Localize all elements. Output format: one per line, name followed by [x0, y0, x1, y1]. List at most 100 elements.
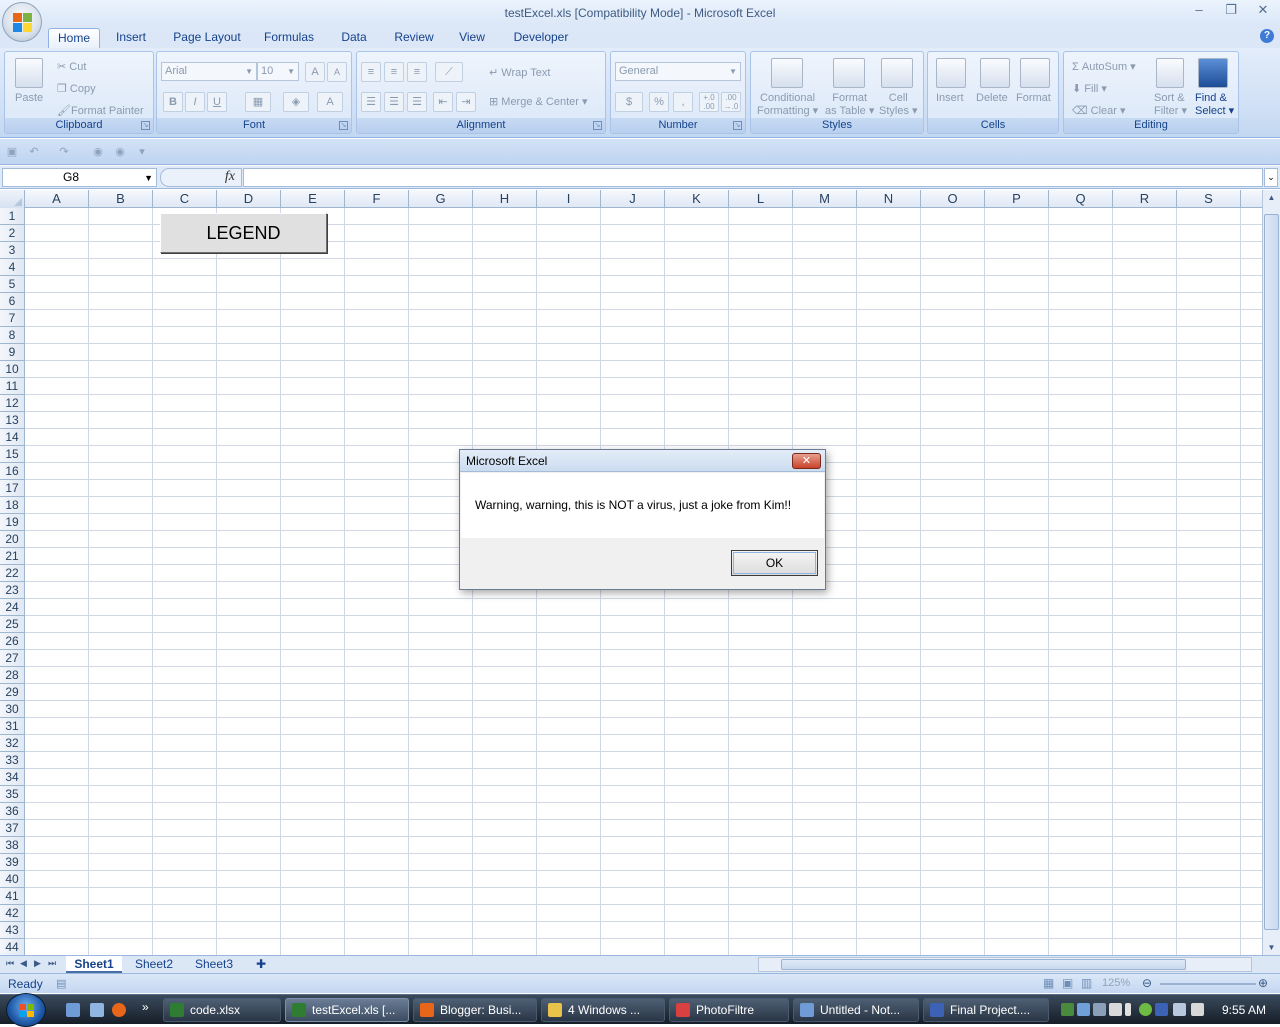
start-button[interactable]	[6, 993, 46, 1027]
select-all-corner[interactable]	[0, 190, 25, 208]
row-header-33[interactable]: 33	[0, 752, 25, 769]
font-color-icon[interactable]: A	[317, 92, 343, 112]
font-size-select[interactable]: 10 ▼	[257, 62, 299, 81]
row-header-26[interactable]: 26	[0, 633, 25, 650]
undo-icon[interactable]: ↶	[28, 146, 40, 158]
tray-network2-icon[interactable]	[1173, 1003, 1186, 1016]
save-icon[interactable]: ▣	[6, 146, 18, 158]
row-header-11[interactable]: 11	[0, 378, 25, 395]
row-header-21[interactable]: 21	[0, 548, 25, 565]
sheet-tab-sheet3[interactable]: Sheet3	[186, 956, 242, 973]
align-left-icon[interactable]: ☰	[361, 92, 381, 112]
help-icon[interactable]: ?	[1260, 29, 1274, 43]
row-header-39[interactable]: 39	[0, 854, 25, 871]
record2-icon[interactable]: ◉	[114, 146, 126, 158]
column-header-o[interactable]: O	[921, 190, 985, 208]
row-header-38[interactable]: 38	[0, 837, 25, 854]
row-header-37[interactable]: 37	[0, 820, 25, 837]
row-header-8[interactable]: 8	[0, 327, 25, 344]
align-middle-icon[interactable]: ≡	[384, 62, 404, 82]
vertical-scroll-thumb[interactable]	[1264, 214, 1279, 930]
wrap-text-button[interactable]: ↵ Wrap Text	[489, 66, 550, 79]
volume-icon[interactable]	[1191, 1003, 1204, 1016]
row-header-27[interactable]: 27	[0, 650, 25, 667]
switch-windows-icon[interactable]	[90, 1003, 104, 1017]
column-header-d[interactable]: D	[217, 190, 281, 208]
column-header-s[interactable]: S	[1177, 190, 1241, 208]
row-header-16[interactable]: 16	[0, 463, 25, 480]
tray-monitor-icon[interactable]	[1109, 1003, 1122, 1016]
clipboard-launcher-icon[interactable]: ↘	[141, 121, 150, 130]
close-button[interactable]: ✕	[1252, 2, 1274, 18]
column-header-r[interactable]: R	[1113, 190, 1177, 208]
sheet-tab-sheet1[interactable]: Sheet1	[66, 956, 122, 973]
row-header-20[interactable]: 20	[0, 531, 25, 548]
customize-qat-icon[interactable]: ▾	[136, 146, 148, 158]
comma-button[interactable]: ,	[673, 92, 693, 112]
column-header-i[interactable]: I	[537, 190, 601, 208]
row-header-31[interactable]: 31	[0, 718, 25, 735]
zoom-slider[interactable]	[1160, 983, 1256, 985]
macro-record-icon[interactable]: ▤	[56, 977, 66, 990]
row-header-13[interactable]: 13	[0, 412, 25, 429]
page-layout-view-icon[interactable]: ▣	[1062, 976, 1073, 990]
tab-developer[interactable]: Developer	[506, 28, 576, 48]
copy-button[interactable]: ❐ Copy	[57, 82, 96, 95]
row-header-24[interactable]: 24	[0, 599, 25, 616]
scroll-down-icon[interactable]: ▼	[1265, 943, 1278, 952]
alignment-launcher-icon[interactable]: ↘	[593, 121, 602, 130]
name-box[interactable]: G8 ▼	[2, 168, 157, 187]
row-header-9[interactable]: 9	[0, 344, 25, 361]
row-header-36[interactable]: 36	[0, 803, 25, 820]
tray-security-icon[interactable]	[1139, 1003, 1152, 1016]
paste-button[interactable]: Paste	[15, 92, 43, 104]
firefox-icon[interactable]	[112, 1003, 126, 1017]
column-header-b[interactable]: B	[89, 190, 153, 208]
font-name-select[interactable]: Arial ▼	[161, 62, 257, 81]
borders-icon[interactable]: ▦	[245, 92, 271, 112]
tab-data[interactable]: Data	[332, 28, 376, 48]
normal-view-icon[interactable]: ▦	[1043, 976, 1054, 990]
more-quicklaunch-icon[interactable]: »	[142, 1000, 149, 1014]
first-sheet-icon[interactable]: ⏮	[6, 958, 14, 969]
tray-signal-icon[interactable]	[1125, 1003, 1131, 1016]
column-header-j[interactable]: J	[601, 190, 665, 208]
taskbar-item[interactable]: 4 Windows ...	[541, 998, 665, 1022]
tray-network-icon[interactable]	[1077, 1003, 1090, 1016]
row-header-3[interactable]: 3	[0, 242, 25, 259]
row-header-44[interactable]: 44	[0, 939, 25, 955]
tray-update-icon[interactable]	[1155, 1003, 1168, 1016]
decrease-indent-icon[interactable]: ⇤	[433, 92, 453, 112]
format-cells-button[interactable]: Format	[1016, 92, 1051, 104]
clear-button[interactable]: ⌫ Clear ▾	[1072, 104, 1126, 117]
row-header-35[interactable]: 35	[0, 786, 25, 803]
row-header-15[interactable]: 15	[0, 446, 25, 463]
row-header-6[interactable]: 6	[0, 293, 25, 310]
column-header-l[interactable]: L	[729, 190, 793, 208]
minimize-button[interactable]: –	[1188, 2, 1210, 18]
redo-icon[interactable]: ↷	[58, 146, 70, 158]
taskbar-item[interactable]: testExcel.xls [...	[285, 998, 409, 1022]
taskbar-item[interactable]: Blogger: Busi...	[413, 998, 537, 1022]
show-desktop-icon[interactable]	[66, 1003, 80, 1017]
percent-button[interactable]: %	[649, 92, 669, 112]
tab-view[interactable]: View	[450, 28, 494, 48]
fill-button[interactable]: ⬇ Fill ▾	[1072, 82, 1107, 95]
column-header-p[interactable]: P	[985, 190, 1049, 208]
taskbar-item[interactable]: code.xlsx	[163, 998, 281, 1022]
row-header-30[interactable]: 30	[0, 701, 25, 718]
find-select-button[interactable]: Find & Select ▾	[1195, 92, 1234, 118]
horizontal-scrollbar[interactable]	[758, 957, 1252, 972]
row-header-2[interactable]: 2	[0, 225, 25, 242]
column-header-a[interactable]: A	[25, 190, 89, 208]
record-icon[interactable]: ◉	[92, 146, 104, 158]
column-header-f[interactable]: F	[345, 190, 409, 208]
cell-styles-button[interactable]: Cell Styles ▾	[879, 92, 918, 118]
tab-insert[interactable]: Insert	[108, 28, 154, 48]
grow-font-icon[interactable]: A	[305, 62, 325, 82]
column-header-n[interactable]: N	[857, 190, 921, 208]
row-header-43[interactable]: 43	[0, 922, 25, 939]
underline-button[interactable]: U	[207, 92, 227, 112]
align-bottom-icon[interactable]: ≡	[407, 62, 427, 82]
increase-decimal-icon[interactable]: +.0.00	[699, 92, 719, 112]
